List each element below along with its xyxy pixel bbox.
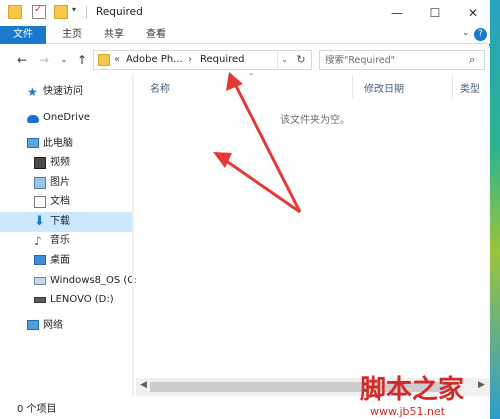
column-header-date[interactable]: 修改日期 — [364, 80, 404, 95]
breadcrumb-overflow[interactable]: « — [114, 54, 120, 65]
new-folder-icon[interactable] — [54, 5, 68, 19]
star-icon: ★ — [27, 85, 38, 99]
sidebar-item-label: 桌面 — [50, 255, 70, 266]
sidebar-item-music[interactable]: ♪ 音乐 — [0, 231, 134, 251]
sidebar-item-label: 文档 — [50, 196, 70, 207]
sidebar-item-label: 此电脑 — [43, 138, 73, 149]
title-divider — [86, 6, 87, 19]
desktop-icon — [34, 255, 46, 265]
drive-icon — [34, 277, 46, 285]
search-box[interactable]: ⌕ — [319, 50, 485, 70]
tab-view[interactable]: 查看 — [138, 26, 174, 44]
scroll-left-icon[interactable]: ◀ — [140, 380, 147, 390]
close-button[interactable]: ✕ — [456, 0, 490, 26]
address-bar[interactable]: « Adobe Ph... › Required ⌄ ↻ — [93, 50, 312, 70]
column-header-type[interactable]: 类型 — [460, 80, 480, 95]
computer-icon — [27, 138, 39, 148]
sidebar-item-label: 快速访问 — [43, 86, 83, 97]
sidebar-item-quick-access[interactable]: ★ 快速访问 — [0, 82, 134, 102]
drive-icon — [34, 297, 46, 303]
watermark-logo: 脚本之家 www.jb51.net — [360, 374, 464, 418]
help-icon[interactable]: ? — [474, 28, 487, 41]
file-list: ⌃ 名称 修改日期 类型 该文件夹为空。 ◀ ▶ — [136, 72, 490, 396]
sidebar-item-desktop[interactable]: 桌面 — [0, 251, 134, 271]
column-divider[interactable] — [452, 76, 453, 98]
sidebar-item-pictures[interactable]: 图片 — [0, 173, 134, 193]
expand-ribbon-icon[interactable]: ⌄ — [462, 28, 470, 38]
column-header-name[interactable]: 名称 — [150, 80, 170, 95]
tab-file[interactable]: 文件 — [0, 26, 46, 44]
sidebar-item-label: OneDrive — [43, 112, 91, 123]
document-icon — [34, 196, 46, 208]
music-icon: ♪ — [34, 234, 42, 248]
window-title: Required — [96, 6, 143, 18]
up-button[interactable]: ↑ — [74, 52, 90, 68]
cloud-icon — [27, 115, 39, 123]
sidebar-item-label: 下载 — [50, 216, 70, 227]
network-icon — [27, 320, 39, 330]
folder-icon — [8, 5, 22, 19]
recent-locations-dropdown[interactable]: ⌄ — [56, 52, 72, 68]
file-explorer-window: ▾ Required — ☐ ✕ 文件 主页 共享 查看 ⌄ ? ← → ⌄ ↑… — [0, 0, 490, 419]
watermark-url: www.jb51.net — [370, 405, 446, 418]
title-bar: ▾ Required — ☐ ✕ — [0, 0, 490, 26]
refresh-icon[interactable]: ↻ — [293, 52, 309, 68]
sidebar-item-label: 图片 — [50, 177, 70, 188]
breadcrumb-required[interactable]: Required — [200, 54, 245, 65]
sidebar-item-this-pc[interactable]: 此电脑 — [0, 134, 134, 154]
forward-button[interactable]: → — [36, 52, 52, 68]
search-icon[interactable]: ⌕ — [469, 53, 475, 67]
navigation-pane: ★ 快速访问 OneDrive 此电脑 视频 图片 文档 ⬇ 下载 ♪ 音乐 桌… — [0, 74, 142, 396]
address-dropdown-icon[interactable]: ⌄ — [277, 51, 291, 69]
sort-ascending-icon: ⌃ — [248, 72, 255, 81]
sidebar-item-drive-d[interactable]: LENOVO (D:) — [0, 290, 134, 310]
sidebar-item-label: 网络 — [43, 320, 63, 331]
tab-home[interactable]: 主页 — [54, 26, 90, 44]
minimize-button[interactable]: — — [380, 0, 414, 26]
customize-dropdown-icon[interactable]: ▾ — [72, 5, 76, 14]
sidebar-item-network[interactable]: 网络 — [0, 316, 134, 336]
download-icon: ⬇ — [34, 214, 45, 229]
search-input[interactable] — [325, 53, 465, 67]
properties-icon[interactable] — [32, 4, 46, 19]
breadcrumb-adobe[interactable]: Adobe Ph... — [126, 54, 183, 65]
sidebar-item-downloads[interactable]: ⬇ 下载 — [0, 212, 134, 232]
breadcrumb-separator[interactable]: › — [188, 54, 192, 65]
tab-share[interactable]: 共享 — [96, 26, 132, 44]
picture-icon — [34, 177, 46, 189]
sidebar-item-videos[interactable]: 视频 — [0, 153, 134, 173]
sidebar-item-documents[interactable]: 文档 — [0, 192, 134, 212]
video-icon — [34, 157, 46, 169]
back-button[interactable]: ← — [14, 52, 30, 68]
sidebar-item-label: Windows8_OS (C:) — [50, 275, 142, 286]
folder-icon — [98, 54, 110, 66]
item-count: 0 个项目 — [17, 404, 57, 415]
maximize-button[interactable]: ☐ — [418, 0, 452, 26]
sidebar-item-label: 视频 — [50, 157, 70, 168]
ribbon-tabs: 文件 主页 共享 查看 ⌄ ? — [0, 26, 490, 44]
sidebar-item-drive-c[interactable]: Windows8_OS (C:) — [0, 271, 142, 291]
sidebar-item-label: 音乐 — [50, 235, 70, 246]
nav-scrollbar[interactable] — [132, 74, 134, 396]
empty-folder-message: 该文件夹为空。 — [280, 115, 350, 126]
sidebar-item-onedrive[interactable]: OneDrive — [0, 108, 134, 128]
navigation-bar: ← → ⌄ ↑ « Adobe Ph... › Required ⌄ ↻ ⌕ — [0, 46, 490, 74]
column-divider[interactable] — [352, 76, 353, 98]
sidebar-item-label: LENOVO (D:) — [50, 294, 114, 305]
watermark-title: 脚本之家 — [360, 374, 464, 405]
